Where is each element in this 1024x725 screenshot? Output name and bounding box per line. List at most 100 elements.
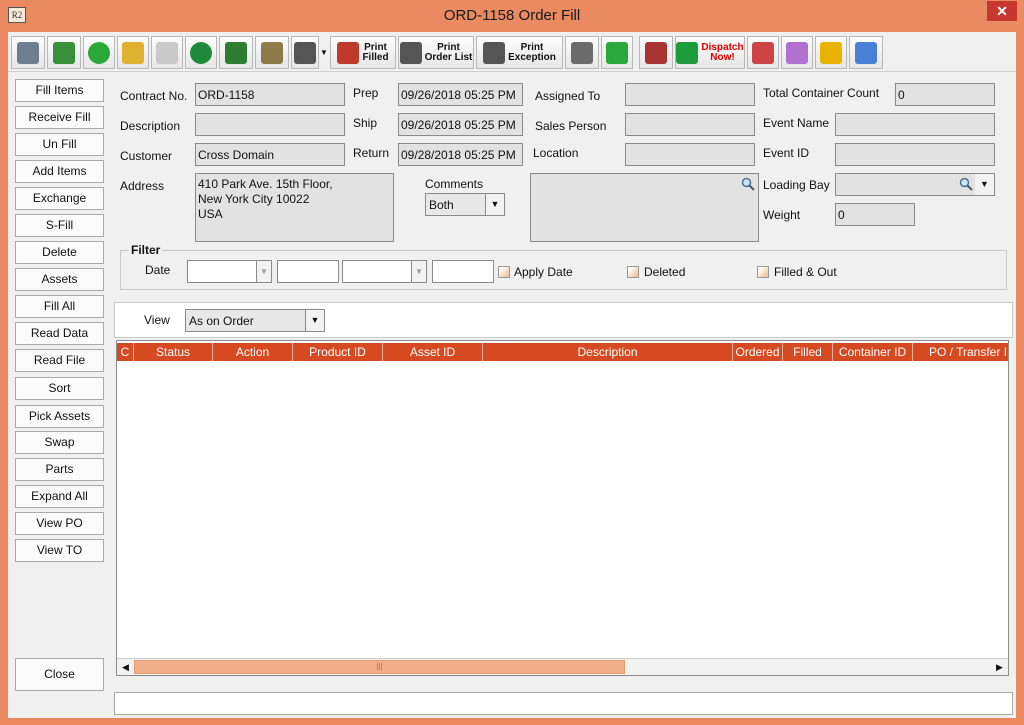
event-id-field[interactable] (835, 143, 995, 166)
comments-filter-select[interactable]: Both ▼ (425, 193, 505, 216)
edit-note-button[interactable] (117, 36, 149, 69)
print-filled-icon (337, 41, 360, 64)
dispatch-now-icon (676, 41, 699, 64)
fill-items-button[interactable]: Fill Items (15, 79, 104, 102)
scroll-left-icon[interactable]: ◀ (117, 659, 134, 675)
binoculars-button[interactable] (11, 36, 45, 69)
filled-out-checkbox[interactable] (757, 266, 769, 278)
filter-check-button[interactable] (219, 36, 253, 69)
address-field[interactable]: 410 Park Ave. 15th Floor, New York City … (195, 173, 394, 242)
dispatch-now-button[interactable]: Dispatch Now! (675, 36, 745, 69)
column-header-asset-id[interactable]: Asset ID (383, 343, 483, 361)
deleted-checkbox[interactable] (627, 266, 639, 278)
customer-field[interactable]: Cross Domain (195, 143, 345, 166)
column-header-product-id[interactable]: Product ID (293, 343, 383, 361)
view-po-button[interactable]: View PO (15, 512, 104, 535)
prep-label: Prep (353, 86, 379, 100)
filter-date-to-select[interactable]: ▼ (342, 260, 427, 283)
event-name-field[interactable] (835, 113, 995, 136)
scroll-right-icon[interactable]: ▶ (991, 659, 1008, 675)
contract-no-label: Contract No. (120, 89, 188, 103)
apply-date-checkbox[interactable] (498, 266, 510, 278)
items-grid[interactable]: C Status Action Product ID Asset ID Desc… (116, 340, 1009, 676)
contract-no-field[interactable]: ORD-1158 (195, 83, 345, 106)
print-order-list-button[interactable]: Print Order List (398, 36, 474, 69)
view-select-value: As on Order (189, 314, 254, 328)
fill-all-button[interactable]: Fill All (15, 295, 104, 318)
add-items-button[interactable]: Add Items (15, 160, 104, 183)
loading-bay-field[interactable] (835, 173, 977, 196)
filter-date-from-select[interactable]: ▼ (187, 260, 272, 283)
clock-form-button[interactable] (781, 36, 813, 69)
weight-label: Weight (763, 208, 801, 222)
document-truck-button[interactable] (747, 36, 779, 69)
parts-button[interactable]: Parts (15, 458, 104, 481)
print-exception-button[interactable]: Print Exception (476, 36, 563, 69)
print-menu-button[interactable] (291, 36, 319, 69)
read-file-button[interactable]: Read File (15, 349, 104, 372)
print-menu-dropdown[interactable]: ▼ (320, 36, 328, 69)
horizontal-scrollbar[interactable]: ◀ ||| ▶ (117, 658, 1008, 675)
view-select[interactable]: As on Order ▼ (185, 309, 325, 332)
expand-all-button[interactable]: Expand All (15, 485, 104, 508)
truck-alert-button[interactable] (639, 36, 673, 69)
description-field[interactable] (195, 113, 345, 136)
printer-scan-button[interactable] (565, 36, 599, 69)
delete-button[interactable]: Delete (15, 241, 104, 264)
comments-field[interactable] (530, 173, 759, 242)
print-exception-icon (483, 41, 506, 64)
filter-time-to-input[interactable] (432, 260, 494, 283)
column-header-ordered[interactable]: Ordered (733, 343, 783, 361)
assigned-to-label: Assigned To (535, 89, 601, 103)
funnel-down-button[interactable] (151, 36, 183, 69)
scroll-thumb[interactable]: ||| (134, 660, 625, 674)
view-to-button[interactable]: View TO (15, 539, 104, 562)
un-fill-button[interactable]: Un Fill (15, 133, 104, 156)
column-header-po-transfer-id[interactable]: PO / Transfer ID (913, 343, 1008, 361)
column-header-container-id[interactable]: Container ID (833, 343, 913, 361)
address-label: Address (120, 179, 165, 193)
column-header-status[interactable]: Status (134, 343, 213, 361)
weight-field[interactable]: 0 (835, 203, 915, 226)
sort-button[interactable]: Sort (15, 377, 104, 400)
column-header-filled[interactable]: Filled (783, 343, 833, 361)
warning-document-button[interactable] (815, 36, 847, 69)
window-close-button[interactable]: ✕ (987, 1, 1017, 21)
ship-date-field[interactable]: 09/26/2018 05:25 PM (398, 113, 523, 136)
column-header-c[interactable]: C (117, 343, 134, 361)
pick-assets-button[interactable]: Pick Assets (15, 405, 104, 428)
exchange-button[interactable]: Exchange (15, 187, 104, 210)
customer-label: Customer (120, 149, 173, 163)
grid-select-button[interactable] (849, 36, 883, 69)
document-stack-button[interactable] (255, 36, 289, 69)
chevron-down-icon: ▼ (305, 310, 324, 331)
binoculars-icon (17, 41, 39, 64)
address-line-3: USA (198, 207, 223, 221)
column-header-description[interactable]: Description (483, 343, 733, 361)
return-date-field[interactable]: 09/28/2018 05:25 PM (398, 143, 523, 166)
print-filled-button[interactable]: Print Filled (330, 36, 396, 69)
pick-list-button[interactable] (47, 36, 81, 69)
comments-search-icon[interactable] (741, 177, 755, 191)
location-field[interactable] (625, 143, 755, 166)
filter-time-from-input[interactable] (277, 260, 339, 283)
column-header-action[interactable]: Action (213, 343, 293, 361)
assets-button[interactable]: Assets (15, 268, 104, 291)
sales-person-field[interactable] (625, 113, 755, 136)
add-remove-button[interactable] (601, 36, 633, 69)
chevron-down-icon: ▼ (320, 48, 328, 57)
total-container-count-field[interactable]: 0 (895, 83, 995, 106)
receive-fill-button[interactable]: Receive Fill (15, 106, 104, 129)
read-data-button[interactable]: Read Data (15, 322, 104, 345)
loading-bay-search-icon[interactable] (959, 177, 973, 191)
grid-select-icon (855, 41, 877, 64)
assigned-to-field[interactable] (625, 83, 755, 106)
s-fill-button[interactable]: S-Fill (15, 214, 104, 237)
add-remove-icon (606, 41, 628, 64)
close-button[interactable]: Close (15, 658, 104, 691)
loading-bay-dropdown[interactable]: ▼ (975, 173, 995, 196)
zoom-in-button[interactable] (185, 36, 217, 69)
swap-button[interactable]: Swap (15, 431, 104, 454)
prep-date-field[interactable]: 09/26/2018 05:25 PM (398, 83, 523, 106)
refresh-button[interactable] (83, 36, 115, 69)
